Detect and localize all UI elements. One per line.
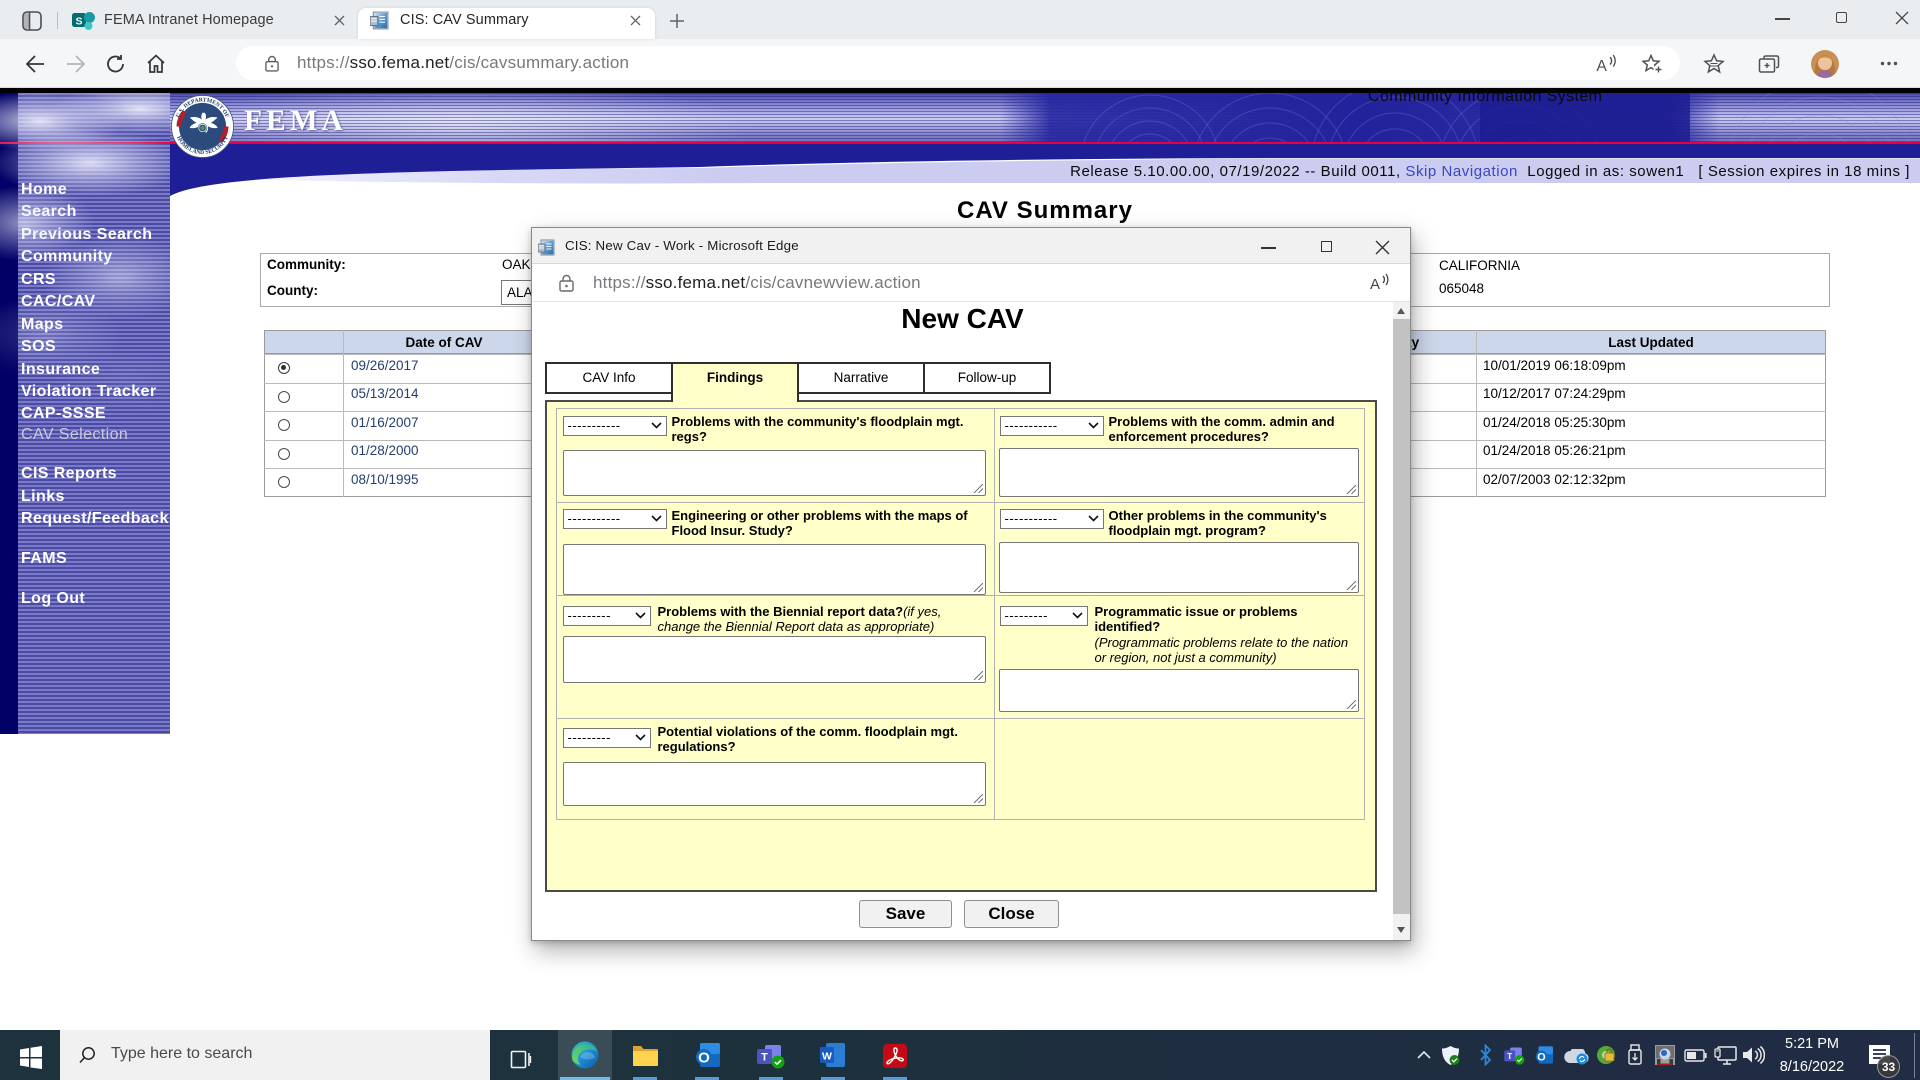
svg-text:A: A — [1370, 276, 1380, 293]
svg-text:T: T — [761, 1052, 768, 1064]
svg-text:O: O — [698, 1050, 710, 1067]
svg-text:T: T — [1507, 1052, 1512, 1061]
svg-text:S: S — [75, 16, 82, 28]
svg-text:A: A — [1596, 58, 1607, 75]
svg-text:O: O — [1537, 1051, 1545, 1063]
svg-text:W: W — [822, 1051, 832, 1063]
